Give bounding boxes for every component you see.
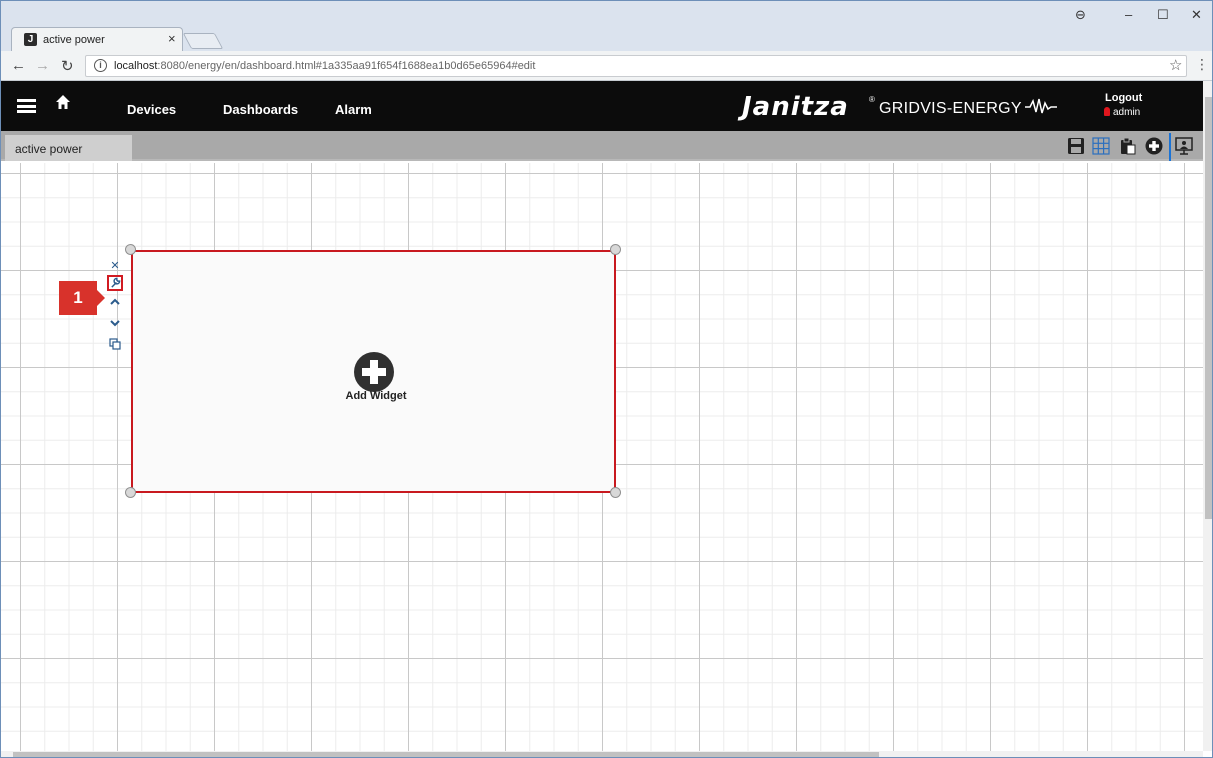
grid-icon[interactable] bbox=[1092, 137, 1110, 155]
nav-dashboards[interactable]: Dashboards bbox=[223, 102, 298, 117]
url-input[interactable]: i localhost:8080/energy/en/dashboard.htm… bbox=[85, 55, 1187, 77]
app-header: Devices Dashboards Alarm Janitza ® GRIDV… bbox=[1, 81, 1203, 131]
add-icon[interactable] bbox=[1145, 137, 1163, 155]
close-icon[interactable]: ✕ bbox=[107, 259, 123, 272]
move-down-icon[interactable] bbox=[107, 318, 123, 330]
current-user: admin bbox=[1104, 107, 1140, 118]
reload-icon[interactable]: ↻ bbox=[61, 57, 74, 75]
close-window-button[interactable]: ✕ bbox=[1191, 7, 1202, 23]
resize-handle-top-left[interactable] bbox=[125, 244, 136, 255]
add-widget-label[interactable]: Add Widget bbox=[331, 390, 421, 402]
nav-alarm[interactable]: Alarm bbox=[335, 102, 372, 117]
empty-widget[interactable]: Add Widget bbox=[131, 250, 616, 493]
toolbar-separator bbox=[1169, 133, 1171, 161]
user-name: admin bbox=[1113, 107, 1141, 118]
browser-tabstrip: J active power × ⊖ – ☐ ✕ bbox=[1, 1, 1212, 51]
address-bar: ← → ↻ i localhost:8080/energy/en/dashboa… bbox=[1, 51, 1212, 81]
minimize-button[interactable]: – bbox=[1125, 7, 1132, 22]
waveform-icon bbox=[1025, 98, 1057, 114]
resize-handle-top-right[interactable] bbox=[610, 244, 621, 255]
home-icon[interactable] bbox=[55, 94, 71, 115]
horizontal-scroll-thumb[interactable] bbox=[13, 752, 879, 757]
forward-arrow-icon[interactable]: → bbox=[35, 57, 50, 74]
browser-tab[interactable]: J active power × bbox=[11, 27, 183, 51]
nav-devices[interactable]: Devices bbox=[127, 102, 176, 117]
step-badge: 1 bbox=[59, 281, 105, 315]
dashboard-toolbar: active power bbox=[1, 131, 1203, 161]
product-name: GRIDVIS-ENERGY bbox=[879, 100, 1022, 117]
vertical-scroll-thumb[interactable] bbox=[1205, 97, 1212, 519]
brand-registered-mark: ® bbox=[869, 95, 875, 104]
brand-logo: Janitza bbox=[742, 92, 849, 122]
user-icon bbox=[1104, 107, 1110, 116]
new-tab-button[interactable] bbox=[182, 33, 224, 49]
tab-title: active power bbox=[43, 34, 105, 46]
horizontal-scrollbar[interactable] bbox=[1, 751, 1203, 757]
resize-handle-bottom-left[interactable] bbox=[125, 487, 136, 498]
bookmark-star-icon[interactable]: ☆ bbox=[1169, 56, 1182, 74]
move-up-icon[interactable] bbox=[107, 297, 123, 309]
vertical-scrollbar[interactable] bbox=[1203, 81, 1212, 751]
hamburger-menu-icon[interactable] bbox=[17, 99, 36, 113]
browser-menu-icon[interactable]: ⋮ bbox=[1195, 56, 1209, 73]
presentation-icon[interactable] bbox=[1175, 137, 1193, 155]
add-widget-icon[interactable] bbox=[354, 352, 394, 392]
janitza-favicon-icon: J bbox=[24, 33, 37, 46]
save-icon[interactable] bbox=[1067, 137, 1085, 155]
url-path: :8080/energy/en/dashboard.html#1a335aa91… bbox=[157, 60, 536, 72]
maximize-button[interactable]: ☐ bbox=[1157, 7, 1169, 23]
back-arrow-icon[interactable]: ← bbox=[11, 57, 26, 74]
browser-window: J active power × ⊖ – ☐ ✕ ← → ↻ i localho… bbox=[0, 0, 1213, 758]
resize-handle-bottom-right[interactable] bbox=[610, 487, 621, 498]
copy-icon[interactable] bbox=[107, 338, 123, 353]
wrench-icon[interactable] bbox=[107, 275, 123, 291]
paste-icon[interactable] bbox=[1119, 137, 1137, 155]
url-host: localhost bbox=[114, 60, 158, 72]
tab-close-icon[interactable]: × bbox=[168, 31, 176, 46]
logout-link[interactable]: Logout bbox=[1105, 92, 1142, 104]
dashboard-tab[interactable]: active power bbox=[5, 135, 132, 161]
info-icon[interactable]: i bbox=[94, 59, 107, 72]
url-text: localhost:8080/energy/en/dashboard.html#… bbox=[114, 60, 535, 72]
profile-icon[interactable]: ⊖ bbox=[1075, 7, 1086, 23]
